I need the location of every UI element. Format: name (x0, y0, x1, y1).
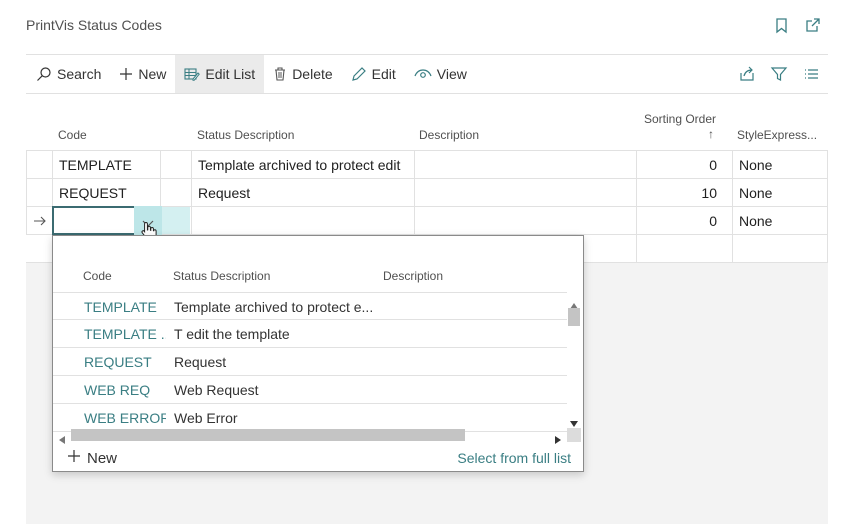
lookup-status-description: Web Request (174, 382, 259, 398)
lookup-horizontal-scrollbar[interactable] (55, 428, 567, 444)
list-view-icon[interactable] (802, 65, 820, 83)
eye-icon (414, 67, 432, 81)
plus-icon (67, 449, 81, 467)
lookup-new-button[interactable]: New (67, 449, 117, 467)
cell-status-description[interactable]: Request (191, 179, 414, 207)
sort-ascending-icon: ↑ (708, 127, 714, 141)
row-selector[interactable] (26, 207, 52, 235)
lookup-column-description[interactable]: Description (383, 269, 443, 283)
table-row[interactable]: REQUEST Request 10 None (26, 179, 827, 207)
trash-icon (273, 66, 287, 82)
lookup-row[interactable]: TEMPLATE ... T edit the template (53, 320, 567, 348)
edit-label: Edit (371, 66, 396, 82)
cell-spacer (160, 151, 191, 179)
cell-sorting-order[interactable]: 10 (636, 179, 732, 207)
lookup-status-description: Request (174, 354, 227, 370)
edit-button[interactable]: Edit (342, 55, 405, 93)
pencil-icon (351, 66, 367, 82)
edit-list-label: Edit List (205, 66, 256, 82)
lookup-code[interactable]: WEB REQ (84, 382, 166, 398)
scrollbar-corner (567, 428, 581, 442)
lookup-code[interactable]: REQUEST (84, 354, 166, 370)
new-label: New (138, 66, 167, 82)
vertical-scroll-thumb[interactable] (568, 308, 580, 326)
scroll-right-icon[interactable] (555, 431, 561, 447)
delete-label: Delete (292, 66, 333, 82)
cell-sorting-order[interactable]: 0 (636, 207, 732, 235)
lookup-row[interactable]: TEMPLATE Template archived to protect e.… (53, 292, 567, 320)
view-label: View (436, 66, 467, 82)
edit-list-button[interactable]: Edit List (175, 55, 265, 93)
sorting-order-label: Sorting Order (643, 112, 716, 126)
cell-style[interactable]: None (732, 179, 827, 207)
lookup-status-description: T edit the template (174, 326, 290, 342)
plus-icon (119, 67, 133, 81)
lookup-new-label: New (87, 449, 118, 467)
cell-status-description[interactable]: Template archived to protect edit (191, 151, 414, 179)
search-button[interactable]: Search (26, 55, 110, 93)
code-dropdown-button[interactable] (134, 206, 162, 241)
column-header-sorting-order[interactable]: Sorting Order ↑ (643, 112, 716, 142)
new-button[interactable]: New (110, 55, 175, 93)
bookmark-icon[interactable] (773, 17, 790, 34)
cell-sorting-order[interactable]: 0 (636, 151, 732, 179)
row-selector[interactable] (26, 179, 52, 207)
cell-code[interactable]: REQUEST (52, 179, 160, 207)
cell-style[interactable]: None (732, 151, 827, 179)
current-row-arrow-icon (33, 214, 47, 228)
column-header-status-description[interactable]: Status Description (197, 128, 294, 142)
dropdown-shadow-cell (162, 207, 190, 234)
cell-description[interactable] (414, 151, 636, 179)
search-icon (36, 66, 52, 82)
lookup-code[interactable]: WEB ERROR (84, 410, 166, 426)
code-lookup-dropdown: Code Status Description Description TEMP… (52, 235, 584, 472)
page-title: PrintVis Status Codes (26, 17, 162, 33)
lookup-status-description: Web Error (174, 410, 238, 426)
grid-background (26, 263, 52, 471)
lookup-column-status-description[interactable]: Status Description (173, 269, 270, 283)
cell-description[interactable] (414, 207, 636, 235)
share-icon[interactable] (738, 65, 756, 83)
lookup-code[interactable]: TEMPLATE ... (84, 326, 166, 342)
grid-header: Code Status Description Description Sort… (26, 108, 828, 150)
cell-code[interactable]: TEMPLATE (52, 151, 160, 179)
select-from-full-list-link[interactable]: Select from full list (457, 450, 571, 466)
delete-button[interactable]: Delete (264, 55, 341, 93)
cell-empty (732, 235, 827, 263)
grid-background (26, 471, 828, 524)
table-row[interactable]: TEMPLATE Template archived to protect ed… (26, 151, 827, 179)
column-header-description[interactable]: Description (419, 128, 479, 142)
filter-icon[interactable] (770, 65, 788, 83)
lookup-row[interactable]: REQUEST Request (53, 348, 567, 376)
cell-status-description[interactable] (191, 207, 414, 235)
toolbar-right-actions (738, 65, 828, 83)
lookup-row[interactable]: WEB REQ Web Request (53, 376, 567, 404)
cell-spacer (160, 179, 191, 207)
lookup-status-description: Template archived to protect e... (174, 299, 374, 315)
title-actions (773, 17, 821, 34)
open-new-window-icon[interactable] (804, 17, 821, 34)
cell-empty (636, 235, 732, 263)
view-button[interactable]: View (405, 55, 476, 93)
column-header-code[interactable]: Code (58, 128, 87, 142)
edit-list-icon (184, 67, 201, 81)
search-label: Search (57, 66, 102, 82)
lookup-column-code[interactable]: Code (83, 269, 112, 283)
grid-background (584, 263, 828, 471)
cell-style[interactable]: None (732, 207, 827, 235)
horizontal-scroll-thumb[interactable] (71, 429, 465, 441)
cell-description[interactable] (414, 179, 636, 207)
scroll-left-icon[interactable] (59, 431, 65, 447)
action-toolbar: Search New Edit List Delete Edit View (26, 54, 828, 94)
lookup-code[interactable]: TEMPLATE (84, 299, 166, 315)
row-selector[interactable] (26, 151, 52, 179)
column-header-style-expression[interactable]: StyleExpress... (737, 128, 817, 142)
lookup-vertical-scrollbar[interactable] (567, 292, 581, 428)
